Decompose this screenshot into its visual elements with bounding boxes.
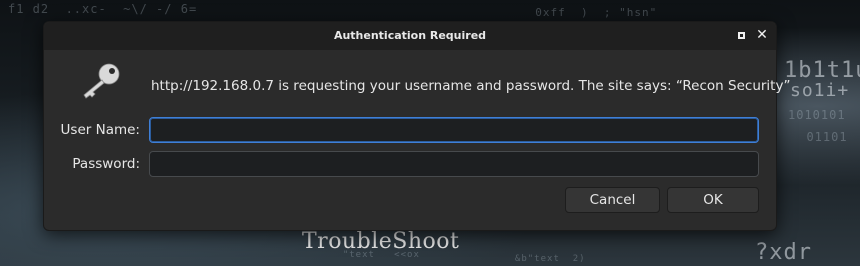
username-field[interactable]: [149, 117, 759, 143]
authentication-dialog: Authentication Required ✕ http://192.168…: [43, 21, 790, 231]
troubleshoot-watermark: TroubleShoot: [302, 229, 460, 254]
background-code-text: f1 d2 ..xc- ~\/ -/ 6=: [8, 2, 198, 16]
background-code-text: 01101: [790, 130, 848, 144]
maximize-button[interactable]: [734, 28, 748, 42]
background-code-text: so1i+: [790, 80, 850, 101]
auth-message: http://192.168.0.7 is requesting your us…: [151, 78, 791, 94]
close-icon: ✕: [756, 27, 768, 43]
background-code-text: 1010101: [788, 108, 846, 122]
ok-button[interactable]: OK: [667, 187, 759, 213]
password-label: Password:: [72, 156, 140, 172]
background-code-text: ?xdr: [755, 240, 812, 265]
dialog-titlebar[interactable]: Authentication Required ✕: [44, 22, 776, 50]
close-button[interactable]: ✕: [755, 28, 769, 42]
password-field[interactable]: [149, 151, 759, 177]
username-label: User Name:: [60, 122, 140, 138]
key-icon: [83, 63, 120, 99]
cancel-button[interactable]: Cancel: [565, 187, 660, 213]
dialog-title: Authentication Required: [333, 29, 487, 42]
maximize-icon: [737, 31, 745, 39]
background-code-text: &b"text 2): [470, 254, 586, 264]
background-code-text: 0xff ) ; "hsn": [520, 6, 658, 19]
